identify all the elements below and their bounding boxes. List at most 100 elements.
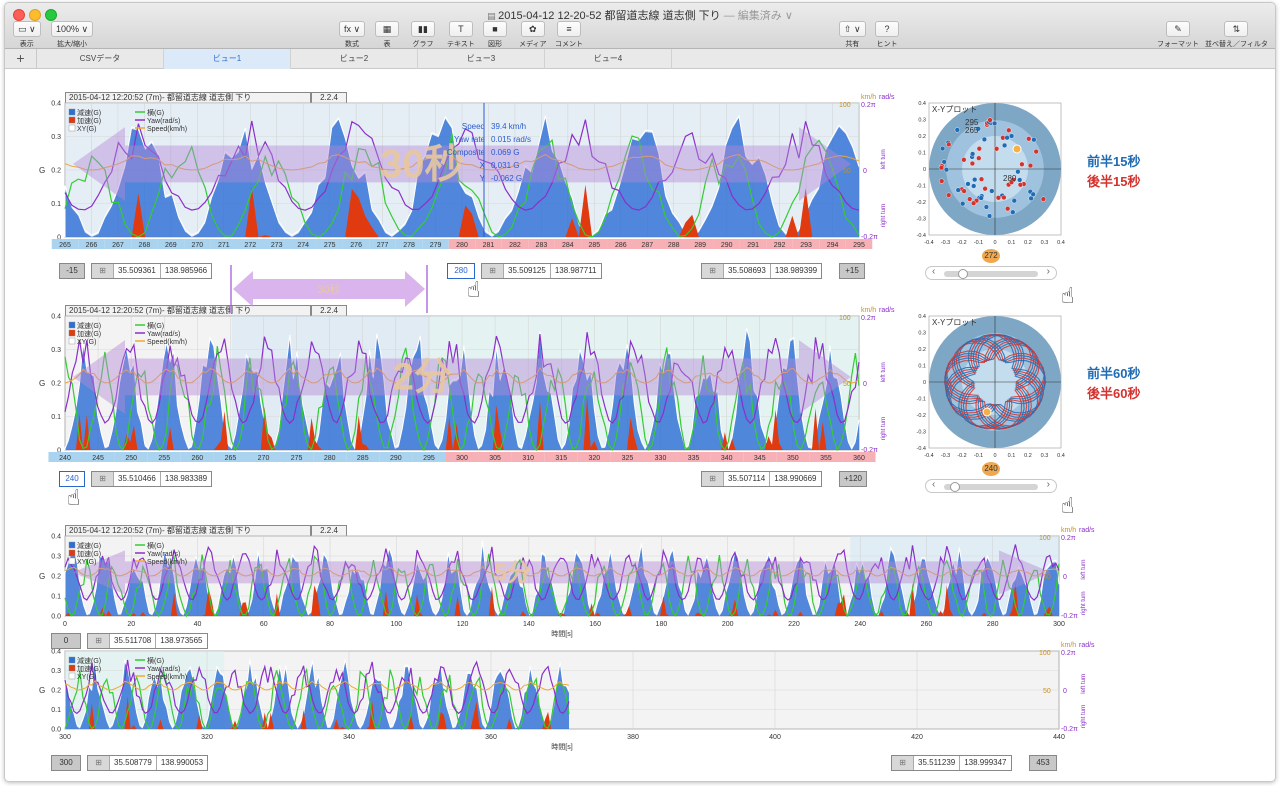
g-tick-label: 0.3 — [51, 347, 61, 354]
xy-sample-point — [982, 186, 988, 192]
xy-sample-point — [981, 136, 988, 143]
xy-sample-point — [1027, 162, 1034, 169]
chevron-right-icon[interactable]: › — [1047, 479, 1050, 490]
x-tick-label: 260 — [921, 621, 933, 628]
add-sheet-button[interactable]: + — [5, 49, 37, 69]
toolbar-text-button[interactable]: T テキスト — [447, 21, 475, 49]
tab-view-1[interactable]: ビュー1 — [164, 49, 291, 69]
kmh-mid: 50 — [843, 381, 851, 388]
text-icon: T — [448, 21, 473, 37]
kmh-axis-title: km/h — [1061, 527, 1076, 534]
g-axis-label: G — [39, 379, 45, 388]
kmh-mid: 50 — [1043, 574, 1051, 581]
x-tick-label: 345 — [754, 455, 766, 462]
x-tick-label: 272 — [244, 242, 256, 249]
toolbar-sidebar-button[interactable]: ▭ ∨ 表示 — [13, 21, 41, 49]
x-tick-label: 260 — [191, 455, 203, 462]
rad-top: 0.2π — [1061, 650, 1076, 657]
rads-axis-title: rad/s — [879, 307, 895, 314]
toolbar-sort-filter-button[interactable]: ⇅ 並べ替え／フィルタ — [1205, 21, 1268, 49]
readout-value: 0.069 G — [491, 148, 519, 157]
x-tick-label: 273 — [271, 242, 283, 249]
toolbar-function-button[interactable]: fx ∨ 数式 — [339, 21, 366, 49]
range-drag-arrow[interactable]: 30秒 — [229, 265, 439, 313]
toolbar-shape-button[interactable]: ■ 図形 — [483, 21, 507, 49]
x-tick-label: 380 — [627, 734, 639, 741]
g-tick-label: 0.2 — [51, 168, 61, 175]
toolbar-format-button[interactable]: ✎ フォーマット — [1157, 21, 1199, 49]
kmh-mid: 50 — [1043, 688, 1051, 695]
toolbar-comment-button[interactable]: ≡ コメント — [555, 21, 583, 49]
latitude: 35.507114 — [724, 472, 771, 486]
sheet-tab-bar: + CSVデータ ビュー1 ビュー2 ビュー3 ビュー4 — [5, 49, 1275, 69]
x-tick-label: 320 — [201, 734, 213, 741]
kmh-axis-title: km/h — [1061, 642, 1076, 649]
chart4-end-button[interactable]: 453 — [1029, 755, 1057, 771]
toolbar-zoom-button[interactable]: 100% ∨ 拡大/縮小 — [51, 21, 94, 49]
xy1-scrubber[interactable]: ‹ › — [925, 266, 1057, 280]
step-forward-15-button[interactable]: +15 — [839, 263, 865, 279]
legend-swatch — [68, 329, 76, 337]
kmh-top: 100 — [1039, 535, 1051, 542]
edited-status[interactable]: — 編集済み ∨ — [724, 10, 793, 22]
xy-sample-point — [965, 181, 971, 187]
chart3-start-button[interactable]: 0 — [51, 633, 81, 649]
x-tick-label: 270 — [258, 455, 270, 462]
longitude: 138.989399 — [774, 266, 818, 275]
toolbar-share-button[interactable]: ⇧ ∨ 共有 — [839, 21, 866, 49]
x-tick-label: 285 — [588, 242, 600, 249]
tab-view-2[interactable]: ビュー2 — [291, 49, 418, 69]
step-back-15-button[interactable]: -15 — [59, 263, 85, 279]
toolbar-table-button[interactable]: ▦ 表 — [375, 21, 399, 49]
g-tick-label: 0.3 — [51, 554, 61, 561]
xy-sample-point — [961, 188, 967, 194]
longitude: 138.987711 — [554, 266, 597, 275]
chevron-left-icon[interactable]: ‹ — [932, 479, 935, 490]
rad-mid: 0 — [863, 168, 867, 175]
chevron-right-icon[interactable]: › — [1047, 266, 1050, 277]
x-tick-label: 280 — [456, 242, 468, 249]
xy-x-tick: 0.1 — [1008, 453, 1016, 459]
x-tick-label: 286 — [615, 242, 627, 249]
x-tick-label: 265 — [59, 242, 71, 249]
legend-swatch — [68, 672, 76, 680]
x-tick-label: 275 — [291, 455, 303, 462]
x-tick-label: 294 — [827, 242, 839, 249]
function-icon: fx ∨ — [339, 21, 366, 37]
g-tick-label: 0.1 — [51, 707, 61, 714]
tab-view-4[interactable]: ビュー4 — [545, 49, 672, 69]
x-tick-label: 282 — [509, 242, 521, 249]
xy-x-tick: -0.1 — [974, 240, 983, 246]
table-icon: ▦ — [375, 21, 399, 37]
x-tick-label: 200 — [722, 621, 734, 628]
chart1-right-coord: ⊞ 35.508693 138.989399 — [701, 263, 823, 279]
app-window: ▤ 2015-04-12 12-20-52 都留道志線 道志側 下り — 編集済… — [4, 2, 1276, 782]
step-forward-120-button[interactable]: +120 — [839, 471, 867, 487]
xy-sample-point — [1006, 127, 1012, 133]
toolbar-tips-button[interactable]: ? ヒント — [875, 21, 899, 49]
xy2-scrubber[interactable]: ‹ › — [925, 479, 1057, 493]
toolbar-media-button[interactable]: ✿ メディア — [519, 21, 547, 49]
x-tick-label: 274 — [297, 242, 309, 249]
map-grid-icon: ⊞ — [88, 756, 110, 770]
rads-axis-title: rad/s — [1079, 527, 1095, 534]
tab-csv-data[interactable]: CSVデータ — [37, 49, 164, 69]
x-tick-label: 293 — [800, 242, 812, 249]
xy-y-tick: -0.1 — [917, 184, 926, 190]
x-tick-label: 355 — [820, 455, 832, 462]
pointer-hand-icon: ☝ — [467, 277, 481, 302]
xy2-scrub-thumb[interactable] — [950, 482, 960, 492]
chart4-start-button[interactable]: 300 — [51, 755, 81, 771]
tab-view-3[interactable]: ビュー3 — [418, 49, 545, 69]
map-grid-icon: ⊞ — [88, 634, 110, 648]
chart3-svg: 0.0 0.1 0.2 0.3 0.4 G 5分 km/h rad/s 100 0.2π 0 50 -0.… — [39, 527, 1095, 638]
g-axis-label: G — [39, 686, 45, 695]
xy1-scrub-thumb[interactable] — [958, 269, 968, 279]
toolbar-label: メディア — [519, 41, 547, 48]
x-tick-label: 269 — [165, 242, 177, 249]
legend-lateral: 横(G) — [147, 656, 164, 665]
toolbar-label: 数式 — [345, 41, 360, 48]
chevron-left-icon[interactable]: ‹ — [932, 266, 935, 277]
toolbar-chart-button[interactable]: ▮▮ グラフ — [411, 21, 435, 49]
left-turn-label: left turn — [1081, 674, 1087, 694]
